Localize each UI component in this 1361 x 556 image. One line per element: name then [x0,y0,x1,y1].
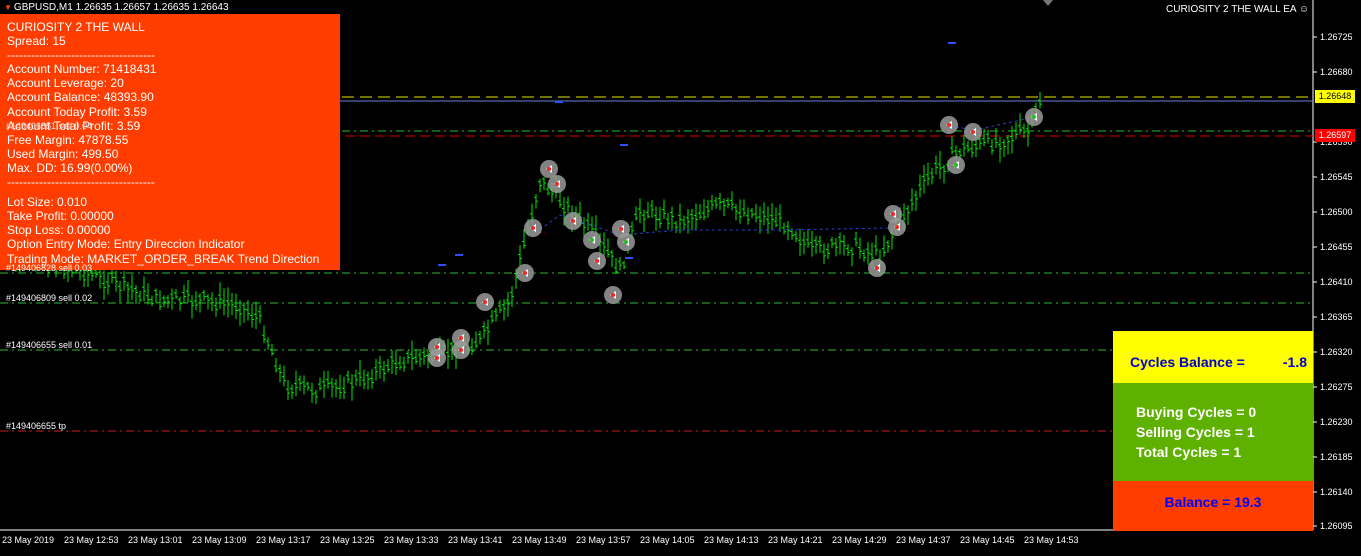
trade-dot-icon [891,212,895,216]
symbol-line: GBPUSD,M1 1.26635 1.26657 1.26635 1.2664… [13,2,229,13]
selling-cycles: Selling Cycles = 1 [1136,424,1255,440]
trade-dot-icon [435,345,439,349]
trade-dot-icon [523,271,527,275]
order-label: #149406828 sell 0.03 [6,263,93,273]
time-tick: 23 May 14:45 [960,535,1015,545]
trade-dot-icon [624,240,628,244]
sl-price-tag: 1.26597 [1315,129,1355,142]
time-tick: 23 May 13:49 [512,535,567,545]
trade-connector [949,117,1031,131]
time-tick: 23 May 14:13 [704,535,759,545]
panel-free-margin: Free Margin: 47878.55 [7,132,129,147]
trade-dot-icon [483,300,487,304]
panel-spread: Spread: 15 [7,34,66,49]
price-tick: 1.26545 [1320,172,1353,182]
panel-separator: ------------------------------------- [7,175,155,190]
trade-dot-icon [531,226,535,230]
cycles-balance-label: Cycles Balance = [1130,354,1245,370]
time-tick: 23 May 14:21 [768,535,823,545]
time-tick: 23 May 14:37 [896,535,951,545]
price-tick: 1.26275 [1320,382,1353,392]
buying-cycles: Buying Cycles = 0 [1136,404,1257,420]
panel-account-leverage: Account Leverage: 20 [7,76,124,91]
time-tick: 23 May 13:09 [192,535,247,545]
total-cycles: Total Cycles = 1 [1136,444,1242,460]
time-tick: 23 May 2019 [2,535,55,545]
panel-today-profit: Account Today Profit: 3.59 [7,104,147,119]
trade-dot-icon [971,130,975,134]
time-tick: 23 May 14:05 [640,535,695,545]
trade-dot-icon [611,293,615,297]
price-tick: 1.26320 [1320,347,1353,357]
panel-account-balance: Account Balance: 48393.90 [7,90,154,105]
time-tick: 23 May 14:53 [1024,535,1079,545]
panel-separator: ------------------------------------- [7,48,155,63]
trade-dot-icon [590,238,594,242]
panel-account-number: Account Number: 71418431 [7,62,157,77]
panel-title: CURIOSITY 2 THE WALL [7,20,145,34]
price-tick: 1.26095 [1320,521,1353,531]
price-tick: 1.26680 [1320,67,1353,77]
order-label: #149406809 sell 0.02 [6,293,93,303]
chart-shift-icon [1043,0,1053,6]
time-tick: 23 May 13:17 [256,535,311,545]
time-tick: 23 May 13:01 [128,535,183,545]
trade-dot-icon [875,266,879,270]
collapse-triangle-icon[interactable]: ▼ [4,3,12,12]
order-label: #149406655 tp [6,421,67,431]
time-tick: 23 May 13:33 [384,535,439,545]
trade-dot-icon [571,219,575,223]
trade-dot-icon [459,348,463,352]
balance-box: Balance = 19.3 [1113,481,1313,531]
trade-dot-icon [895,225,899,229]
panel-used-margin: Used Margin: 499.50 [7,146,119,161]
order-label: #149406851 sell 0.04 [6,121,93,131]
price-tick: 1.26410 [1320,277,1353,287]
panel-lot-size: Lot Size: 0.010 [7,195,88,210]
price-tick: 1.26140 [1320,487,1353,497]
trade-dot-icon [954,163,958,167]
cycles-count-box: Buying Cycles = 0 Selling Cycles = 1 Tot… [1113,383,1313,481]
time-tick: 23 May 13:57 [576,535,631,545]
ea-info-panel: CURIOSITY 2 THE WALL Spread: 15 --------… [0,14,340,270]
cycles-balance-value: -1.8 [1282,354,1307,370]
panel-stop-loss: Stop Loss: 0.00000 [7,223,111,238]
trade-dot-icon [555,182,559,186]
symbol-header: ▼ GBPUSD,M1 1.26635 1.26657 1.26635 1.266… [4,2,229,13]
panel-take-profit: Take Profit: 0.00000 [7,209,114,224]
time-tick: 23 May 14:29 [832,535,887,545]
price-tick: 1.26230 [1320,417,1353,427]
panel-max-dd: Max. DD: 16.99(0.00%) [7,160,133,175]
price-tick: 1.26185 [1320,452,1353,462]
trade-dot-icon [619,227,623,231]
trade-dot-icon [595,259,599,263]
price-tick: 1.26455 [1320,242,1353,252]
ea-title: CURIOSITY 2 THE WALL EA ☺ [1166,4,1310,15]
price-tick: 1.26725 [1320,32,1353,42]
current-price-tag: 1.26648 [1315,90,1355,103]
trade-dot-icon [435,356,439,360]
order-label: #149406655 sell 0.01 [6,340,93,350]
trade-dot-icon [1032,115,1036,119]
price-tick: 1.26500 [1320,207,1353,217]
price-tick: 1.26365 [1320,312,1353,322]
panel-entry-mode: Option Entry Mode: Entry Direccion Indic… [7,237,245,252]
time-tick: 23 May 13:41 [448,535,503,545]
trade-dot-icon [547,167,551,171]
cycles-balance-box: Cycles Balance = -1.8 [1113,331,1313,383]
trade-dot-icon [459,336,463,340]
time-tick: 23 May 12:53 [64,535,119,545]
time-tick: 23 May 13:25 [320,535,375,545]
trade-dot-icon [947,123,951,127]
